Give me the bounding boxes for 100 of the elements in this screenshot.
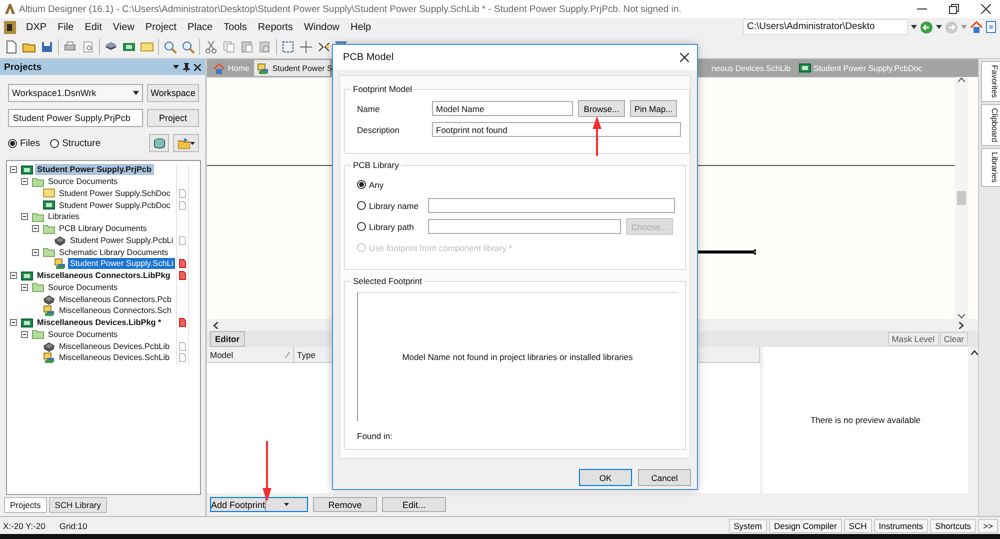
scroll-down-icon[interactable] (958, 314, 965, 319)
radio-button[interactable] (50, 138, 60, 148)
toolbar-button[interactable] (173, 134, 199, 152)
vertical-scrollbar[interactable] (955, 77, 968, 319)
action-button[interactable]: Remove (313, 497, 377, 512)
collapse-toggle[interactable] (32, 248, 39, 256)
save-icon[interactable] (40, 40, 54, 54)
menu-item[interactable]: Edit (84, 22, 103, 32)
side-tab[interactable]: Favorites (981, 61, 1000, 102)
document-tab[interactable]: Student Power S (254, 60, 330, 76)
scroll-up-icon[interactable] (958, 77, 965, 82)
toolbar-button[interactable] (149, 134, 169, 152)
tree-item[interactable]: Source Documents (46, 282, 120, 293)
panel-button[interactable]: Design Compiler (768, 518, 842, 532)
menu-item[interactable]: Help (350, 22, 372, 32)
add-footprint-button[interactable]: Add Footprint (210, 497, 308, 512)
panel-button[interactable]: System (728, 518, 767, 532)
tree-item[interactable]: Miscellaneous Connectors.LibPkg (35, 270, 172, 282)
collapse-toggle[interactable] (10, 272, 17, 280)
tree-item[interactable]: Schematic Library Documents (57, 246, 170, 258)
pin-map-button[interactable]: Pin Map... (630, 100, 677, 117)
scroll-left-icon[interactable] (213, 322, 218, 328)
panel-button[interactable]: Shortcuts (930, 518, 976, 532)
dropdown-icon[interactable] (173, 65, 179, 69)
tree-item[interactable]: Miscellaneous Connectors.Sch (57, 305, 174, 316)
close-icon[interactable] (194, 64, 201, 70)
tree-item[interactable]: Student Power Supply.PcbLi (68, 234, 176, 246)
radio-option[interactable]: Any (357, 180, 384, 190)
menu-item[interactable]: Tools (222, 22, 248, 32)
panel-tab[interactable]: Projects (4, 497, 47, 513)
panel-button[interactable]: SCH (844, 518, 872, 532)
close-icon[interactable] (680, 53, 689, 62)
menu-item[interactable]: File (56, 22, 75, 32)
tree-item[interactable]: Student Power Supply.SchDoc (57, 188, 172, 199)
radio-button[interactable] (8, 138, 17, 148)
move-icon[interactable] (299, 40, 313, 54)
workspace-button[interactable]: Workspace (147, 84, 199, 102)
collapse-toggle[interactable] (10, 166, 17, 174)
tree-item[interactable]: Student Power Supply.PcbDoc (57, 200, 172, 211)
new-document-icon[interactable] (4, 40, 18, 54)
project-button[interactable]: Project (147, 109, 199, 127)
tree-item[interactable]: Student Power Supply.PrjPcb (35, 164, 154, 176)
tree-item[interactable]: Miscellaneous Devices.LibPkg * (35, 317, 164, 328)
action-button[interactable]: Edit... (382, 497, 446, 512)
panel-tab[interactable]: SCH Library (48, 497, 108, 513)
project-field[interactable]: Student Power Supply.PrjPcb (8, 109, 143, 127)
menu-item[interactable]: Window (302, 22, 341, 32)
radio-button[interactable] (357, 201, 366, 210)
dropdown-icon[interactable] (911, 25, 917, 29)
name-field[interactable]: Model Name (432, 101, 573, 116)
menu-item[interactable]: Project (144, 22, 178, 32)
browse-button[interactable]: Browse... (578, 100, 625, 117)
tree-item[interactable]: Source Documents (46, 328, 120, 340)
tree-item[interactable]: PCB Library Documents (57, 223, 149, 234)
path-field[interactable]: C:\Users\Administrator\Deskto (743, 19, 908, 35)
paste-icon[interactable] (240, 40, 254, 54)
panel-button[interactable]: >> (978, 518, 998, 532)
cut-icon[interactable] (204, 40, 218, 54)
document-icon[interactable] (986, 21, 996, 33)
pin-icon[interactable] (183, 62, 190, 72)
column-header[interactable]: Model (207, 347, 294, 362)
select-rectangle-icon[interactable] (281, 40, 295, 54)
tree-item[interactable]: Miscellaneous Connectors.Pcb (57, 294, 174, 305)
tree-item[interactable]: Student Power Supply.SchLi (68, 258, 176, 270)
board-icon[interactable] (122, 40, 136, 54)
menu-item[interactable]: Reports (256, 22, 294, 32)
menu-item[interactable]: DXP (25, 22, 48, 32)
scrollbar-thumb[interactable] (957, 191, 966, 205)
description-field[interactable]: Footprint not found (432, 122, 681, 137)
radio-button[interactable] (357, 222, 366, 231)
radio-option[interactable]: Library name (357, 200, 423, 210)
dialog-button[interactable]: Cancel (638, 469, 691, 486)
collapse-toggle[interactable] (10, 319, 17, 326)
collapse-toggle[interactable] (21, 178, 28, 186)
radio-option[interactable]: Structure (50, 138, 101, 148)
menu-item[interactable]: View (112, 22, 136, 32)
radio-option[interactable]: Library path (357, 222, 423, 232)
dropdown-icon[interactable] (936, 25, 942, 29)
library-path-field[interactable] (428, 219, 621, 234)
editor-button[interactable]: Mask Level (888, 332, 939, 346)
radio-button[interactable] (357, 180, 366, 189)
radio-option[interactable]: Files (8, 138, 40, 148)
collapse-toggle[interactable] (21, 284, 28, 291)
workspace-dropdown[interactable]: Workspace1.DsnWrk (8, 84, 143, 102)
dialog-button[interactable]: OK (579, 469, 632, 486)
tree-item[interactable]: Miscellaneous Devices.PcbLib (57, 340, 172, 352)
tree-item[interactable]: Source Documents (46, 176, 120, 188)
print-preview-icon[interactable] (81, 40, 95, 54)
collapse-toggle[interactable] (32, 225, 39, 232)
side-tab[interactable]: Clipboard (981, 104, 1000, 146)
editor-button[interactable]: Clear (940, 332, 968, 346)
collapse-toggle[interactable] (21, 213, 28, 220)
tree-item[interactable]: Miscellaneous Devices.SchLib (57, 352, 172, 364)
library-name-field[interactable] (428, 198, 675, 213)
editor-tab[interactable]: Editor (210, 331, 245, 347)
home-icon[interactable] (970, 21, 983, 33)
menu-item[interactable]: Place (186, 22, 214, 32)
scroll-up-icon[interactable] (971, 350, 978, 355)
tree-item[interactable]: Libraries (46, 211, 82, 222)
scroll-right-icon[interactable] (959, 322, 964, 328)
